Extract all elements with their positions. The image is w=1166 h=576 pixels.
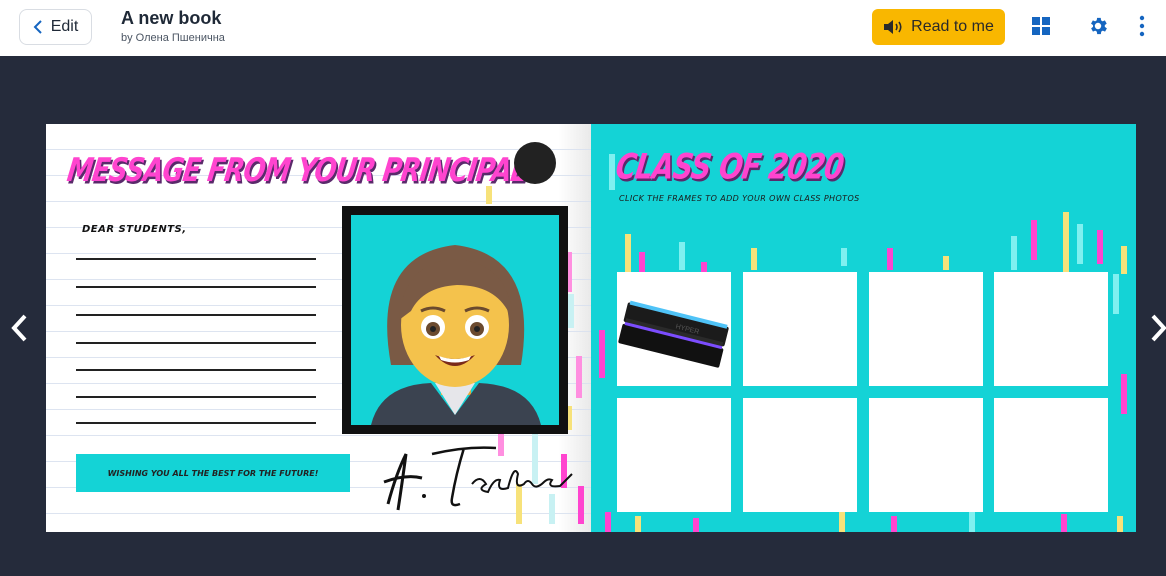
book-author: by Олена Пшенична — [121, 32, 225, 44]
right-page: CLASS OF 2020 CLICK THE FRAMES TO ADD YO… — [591, 124, 1136, 532]
edit-button-label: Edit — [50, 18, 79, 35]
speaker-icon — [884, 20, 902, 34]
writing-line — [76, 369, 316, 371]
photo-frame-1[interactable]: HYPER — [617, 272, 731, 386]
frames-hint-text: CLICK THE FRAMES TO ADD YOUR OWN CLASS P… — [619, 194, 860, 203]
principal-signature — [383, 446, 573, 511]
writing-line — [76, 314, 316, 316]
photo-frame-8[interactable] — [994, 398, 1108, 512]
writing-line — [76, 286, 316, 288]
top-bar: Edit A new book by Олена Пшенична Read t… — [0, 0, 1166, 56]
more-options-icon[interactable] — [1136, 14, 1148, 38]
writing-line — [76, 422, 316, 424]
writing-line — [76, 342, 316, 344]
wish-text: WISHING YOU ALL THE BEST FOR THE FUTURE! — [107, 468, 319, 478]
class-heading: CLASS OF 2020 — [613, 146, 846, 188]
next-page-arrow-icon[interactable] — [1146, 313, 1166, 343]
photo-frame-5[interactable] — [617, 398, 731, 512]
principal-avatar — [351, 215, 559, 425]
decorative-dot — [514, 142, 556, 184]
wish-banner: WISHING YOU ALL THE BEST FOR THE FUTURE! — [76, 454, 350, 492]
read-to-me-label: Read to me — [911, 18, 994, 35]
photo-frame-3[interactable] — [869, 272, 983, 386]
left-page: MESSAGE FROM YOUR PRINCIPAL DEAR STUDENT… — [46, 124, 591, 532]
greeting-text: DEAR STUDENTS, — [82, 224, 187, 235]
book-spread: MESSAGE FROM YOUR PRINCIPAL DEAR STUDENT… — [46, 124, 1136, 532]
edit-button[interactable]: Edit — [19, 9, 92, 45]
grid-view-icon[interactable] — [1031, 16, 1051, 36]
previous-page-arrow-icon[interactable] — [8, 313, 32, 343]
photo-frame-4[interactable] — [994, 272, 1108, 386]
chevron-left-icon — [33, 20, 42, 34]
gear-icon[interactable] — [1087, 15, 1109, 37]
photo-frame-2[interactable] — [743, 272, 857, 386]
read-to-me-button[interactable]: Read to me — [872, 9, 1005, 45]
photo-frame-7[interactable] — [869, 398, 983, 512]
memory-module-image: HYPER — [618, 300, 729, 368]
writing-line — [76, 258, 316, 260]
book-title: A new book — [121, 8, 222, 28]
principal-photo-frame[interactable] — [342, 206, 568, 434]
principal-message-heading: MESSAGE FROM YOUR PRINCIPAL — [64, 152, 530, 190]
photo-frame-6[interactable] — [743, 398, 857, 512]
writing-line — [76, 396, 316, 398]
